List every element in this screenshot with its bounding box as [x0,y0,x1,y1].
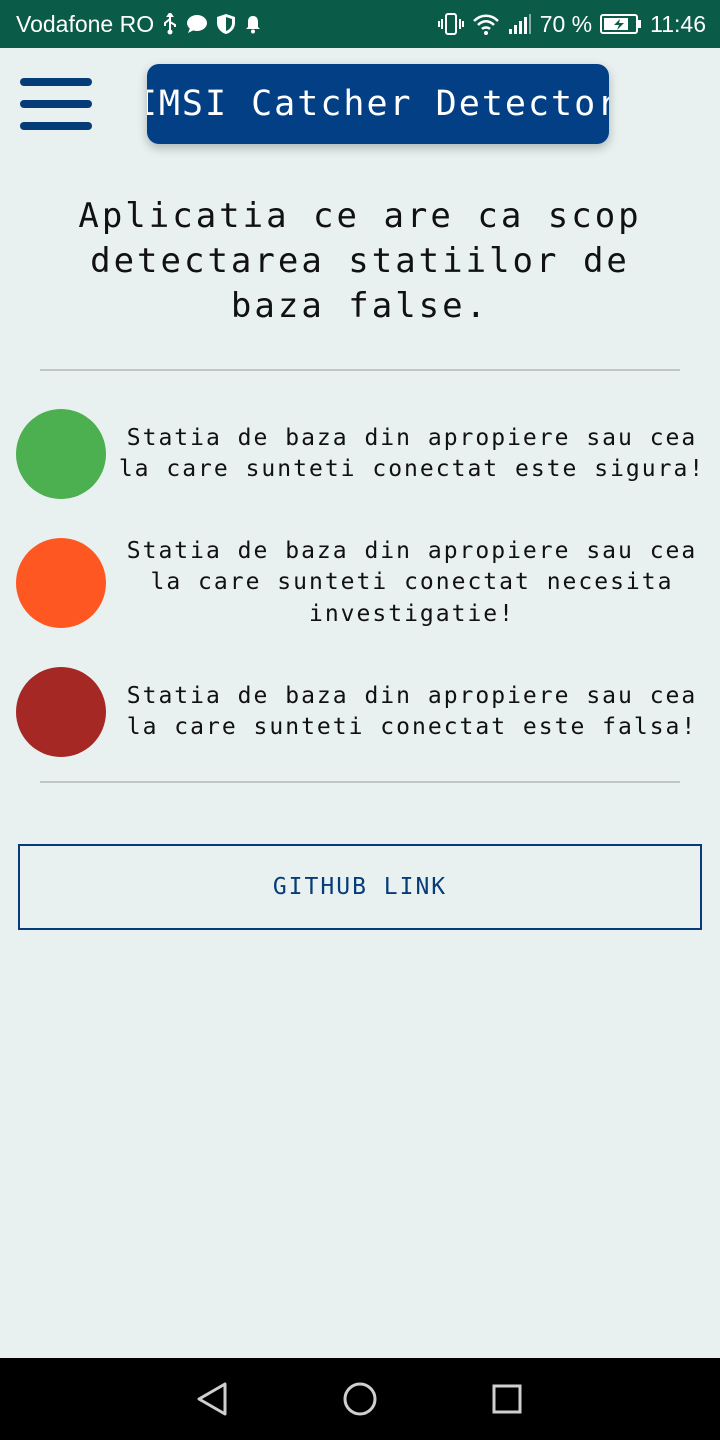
legend-item-investigate: Statia de baza din apropiere sau cea la … [16,537,706,629]
status-right: 70 % 11:46 [437,10,706,38]
legend-text-fake: Statia de baza din apropiere sau cea la … [126,682,698,741]
clock: 11:46 [650,10,706,37]
battery-icon [600,13,642,35]
shield-icon [216,13,236,35]
app-description: Aplicatia ce are ca scop detectarea stat… [78,196,642,326]
usb-icon [162,13,178,35]
legend-item-fake: Statia de baza din apropiere sau cea la … [16,666,706,758]
back-icon[interactable] [183,1369,243,1429]
github-link-button[interactable]: GITHUB LINK [18,844,702,930]
divider [40,781,680,783]
divider [40,369,680,371]
legend-text-investigate: Statia de baza din apropiere sau cea la … [126,537,698,627]
home-icon[interactable] [330,1369,390,1429]
menu-line [20,122,92,130]
status-dot-green [16,409,106,499]
legend-item-safe: Statia de baza din apropiere sau cea la … [16,408,706,500]
menu-line [20,78,92,86]
bell-icon [244,14,262,34]
status-left: Vodafone RO [16,11,262,38]
wifi-icon [472,13,500,35]
chat-icon [186,14,208,34]
signal-icon [508,13,532,35]
status-dot-orange [16,538,106,628]
hamburger-menu-icon[interactable] [20,76,92,132]
legend-text-safe: Statia de baza din apropiere sau cea la … [118,424,706,483]
battery-percent: 70 % [539,10,593,37]
carrier-name: Vodafone RO [16,10,155,37]
recents-icon[interactable] [477,1369,537,1429]
menu-line [20,100,92,108]
status-bar: Vodafone RO 70 % 11:46 [0,0,720,48]
app-title: IMSI Catcher Detector [147,64,609,144]
status-dot-red [16,667,106,757]
vibrate-icon [437,13,464,35]
system-nav-bar [0,1358,720,1440]
